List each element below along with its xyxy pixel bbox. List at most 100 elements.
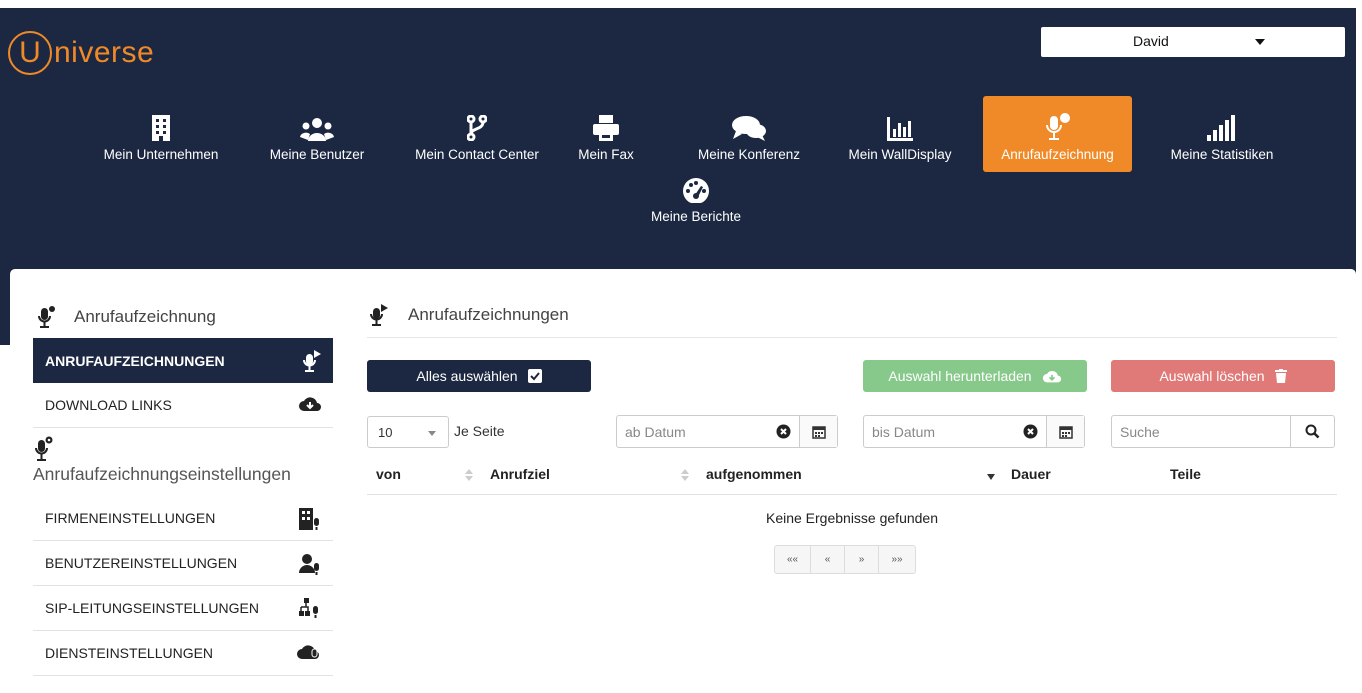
sidebar-item-label: DOWNLOAD LINKS: [45, 397, 172, 413]
select-all-button[interactable]: Alles auswählen: [367, 360, 591, 392]
delete-selection-button[interactable]: Auswahl löschen: [1111, 360, 1335, 392]
sidebar-item-download-links[interactable]: DOWNLOAD LINKS: [33, 383, 333, 428]
per-page-label: Je Seite: [454, 423, 505, 439]
divider: [367, 337, 1337, 338]
sidebar-item-sip-leitungseinstellungen[interactable]: SIP-LEITUNGSEINSTELLUNGEN: [33, 586, 333, 631]
search-placeholder: Suche: [1120, 424, 1160, 440]
sort-icon[interactable]: [465, 469, 473, 481]
nav-label: Anrufaufzeichnung: [1001, 147, 1114, 162]
sidebar-item-label: ANRUFAUFZEICHNUNGEN: [45, 352, 225, 369]
sidebar-item-benutzereinstellungen[interactable]: BENUTZEREINSTELLUNGEN: [33, 541, 333, 586]
column-header-aufgenommen[interactable]: aufgenommen: [706, 466, 802, 482]
column-header-teile[interactable]: Teile: [1170, 466, 1201, 482]
pagination-last[interactable]: »»: [879, 546, 915, 573]
calendar-icon: [1058, 425, 1073, 439]
table-divider: [367, 494, 1337, 495]
users-icon: [300, 118, 334, 141]
microphone-settings-icon: [35, 436, 53, 461]
checkbox-checked-icon: [527, 369, 542, 383]
branch-icon: [467, 115, 487, 141]
cloud-mic-icon: [297, 645, 319, 659]
nav-item-mein-unternehmen[interactable]: Mein Unternehmen: [88, 96, 234, 172]
logo-letter: U: [8, 31, 52, 75]
search-icon: [1305, 424, 1320, 439]
microphone-play-icon: [370, 304, 388, 326]
to-date-placeholder: bis Datum: [872, 424, 936, 440]
button-label: Auswahl löschen: [1159, 368, 1265, 384]
sitemap-mic-icon: [299, 598, 318, 618]
nav-label: Mein WallDisplay: [848, 147, 952, 162]
calendar-icon: [811, 425, 826, 439]
sidebar-item-anrufaufzeichnungen[interactable]: ANRUFAUFZEICHNUNGEN: [33, 338, 333, 383]
bar-chart-icon: [887, 117, 913, 141]
pagination-next[interactable]: »: [845, 546, 879, 573]
search-button[interactable]: [1290, 416, 1334, 447]
microphone-icon: [1045, 113, 1070, 140]
logo[interactable]: U niverse: [8, 30, 154, 76]
main-title-text: Anrufaufzeichnungen: [408, 305, 569, 324]
nav-item-meine-statistiken[interactable]: Meine Statistiken: [1148, 96, 1296, 172]
trash-icon: [1274, 369, 1287, 383]
nav-item-mein-walldisplay[interactable]: Mein WallDisplay: [834, 96, 966, 172]
calendar-button[interactable]: [1046, 416, 1084, 447]
empty-results-text: Keine Ergebnisse gefunden: [765, 510, 939, 526]
building-icon: [152, 115, 170, 141]
caret-down-icon: [428, 431, 436, 436]
sort-desc-icon[interactable]: [987, 474, 995, 480]
nav-item-meine-benutzer[interactable]: Meine Benutzer: [258, 96, 376, 172]
pagination-previous[interactable]: «: [811, 546, 845, 573]
cloud-download-icon: [1042, 370, 1061, 382]
sidebar-item-firmeneinstellungen[interactable]: FIRMENEINSTELLUNGEN: [33, 496, 333, 541]
logo-text: niverse: [54, 36, 155, 69]
clear-icon[interactable]: [1023, 424, 1038, 439]
nav-item-anrufaufzeichnung[interactable]: Anrufaufzeichnung: [983, 96, 1132, 172]
sidebar-item-label: BENUTZEREINSTELLUNGEN: [45, 555, 238, 571]
from-date-placeholder: ab Datum: [625, 424, 686, 440]
search-input[interactable]: Suche: [1111, 415, 1335, 448]
user-dropdown[interactable]: David: [1041, 27, 1345, 57]
pagination: «« « » »»: [774, 545, 916, 574]
per-page-value: 10: [378, 425, 393, 440]
sidebar-item-label: SIP-LEITUNGSEINSTELLUNGEN: [45, 600, 259, 616]
nav-item-mein-contact-center[interactable]: Mein Contact Center: [400, 96, 554, 172]
column-header-dauer[interactable]: Dauer: [1011, 466, 1051, 482]
nav-item-meine-berichte[interactable]: Meine Berichte: [630, 158, 762, 234]
sidebar-title: Anrufaufzeichnung: [38, 306, 216, 328]
clear-icon[interactable]: [776, 424, 791, 439]
microphone-play-icon: [303, 350, 321, 372]
printer-icon: [593, 115, 619, 141]
dashboard-icon: [683, 178, 709, 203]
building-mic-icon: [299, 508, 319, 530]
to-date-field[interactable]: bis Datum: [863, 415, 1085, 448]
comments-icon: [732, 116, 766, 141]
sidebar-item-label: FIRMENEINSTELLUNGEN: [45, 510, 216, 526]
sort-icon[interactable]: [681, 469, 689, 481]
calendar-button[interactable]: [799, 416, 837, 447]
nav-label: Mein Contact Center: [415, 147, 539, 162]
sidebar-title-text: Anrufaufzeichnung: [74, 307, 216, 326]
button-label: Alles auswählen: [416, 368, 518, 384]
nav-item-mein-fax[interactable]: Mein Fax: [578, 96, 634, 172]
main-title: Anrufaufzeichnungen: [370, 304, 569, 326]
nav-label: Meine Berichte: [650, 209, 742, 224]
sidebar-item-label: DIENSTEINSTELLUNGEN: [45, 645, 214, 661]
per-page-select[interactable]: 10: [367, 416, 449, 448]
signal-icon: [1207, 115, 1235, 141]
nav-label: Mein Fax: [578, 147, 634, 162]
from-date-field[interactable]: ab Datum: [616, 415, 838, 448]
caret-down-icon: [1255, 39, 1265, 45]
pagination-first[interactable]: ««: [775, 546, 811, 573]
nav-label: Mein Unternehmen: [103, 147, 219, 162]
column-header-von[interactable]: von: [376, 466, 401, 482]
sidebar-item-diensteinstellungen[interactable]: DIENSTEINSTELLUNGEN: [33, 631, 333, 676]
nav-label: Meine Statistiken: [1170, 147, 1274, 162]
microphone-icon: [38, 306, 55, 328]
download-selection-button[interactable]: Auswahl herunterladen: [863, 360, 1087, 392]
user-mic-icon: [299, 554, 319, 575]
sidebar-settings-title: Anrufaufzeichnungseinstellungen: [33, 464, 291, 484]
cloud-download-icon: [299, 397, 321, 411]
nav-label: Meine Benutzer: [269, 147, 365, 162]
user-name: David: [1133, 33, 1169, 49]
button-label: Auswahl herunterladen: [888, 368, 1032, 384]
column-header-anrufziel[interactable]: Anrufziel: [490, 466, 550, 482]
